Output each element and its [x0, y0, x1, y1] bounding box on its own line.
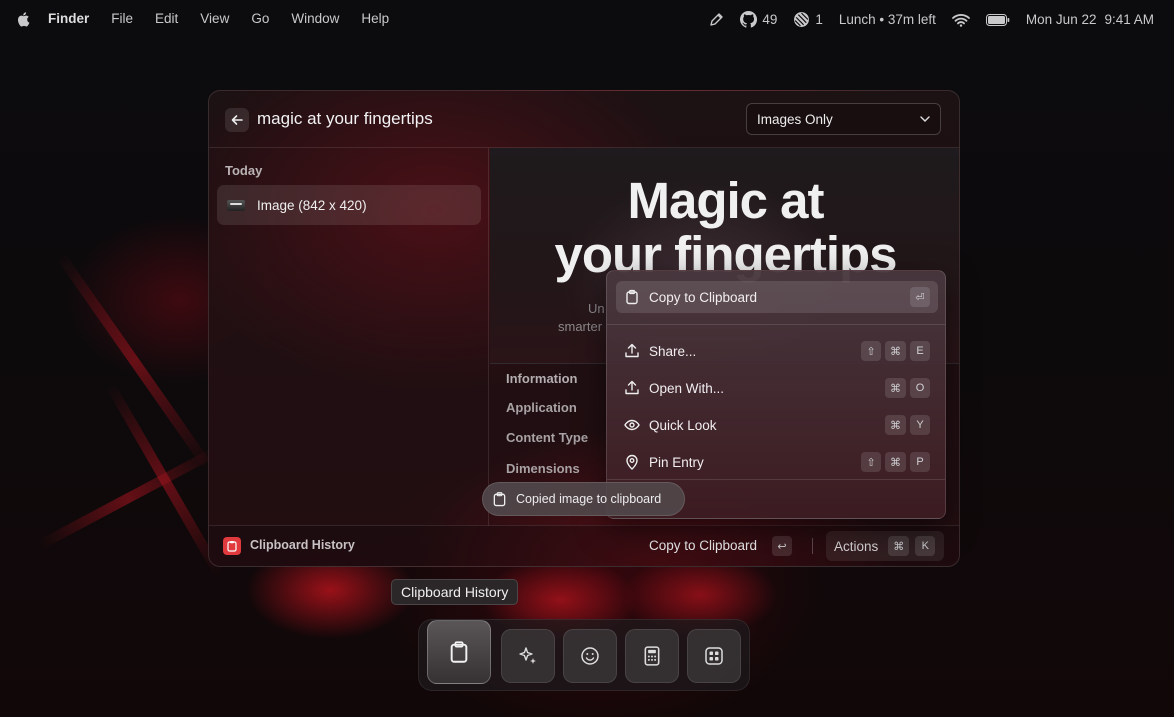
github-status[interactable]: 49	[740, 11, 777, 28]
calculator-icon	[644, 646, 660, 666]
pen-icon[interactable]	[708, 12, 724, 28]
dock-emoji-button[interactable]	[563, 629, 617, 683]
dock	[418, 619, 750, 691]
menu-go[interactable]: Go	[251, 11, 269, 26]
dock-clipboard-button[interactable]	[427, 620, 491, 684]
history-list: Today Image (842 x 420)	[209, 148, 489, 526]
dock-extensions-button[interactable]	[687, 629, 741, 683]
sparkles-icon	[519, 647, 536, 664]
shortcut-key: ⌘	[888, 536, 910, 556]
menu-file[interactable]: File	[111, 11, 133, 26]
shortcut-key: ⇧	[861, 452, 881, 472]
window-footer: Clipboard History Copy to Clipboard ↩ Ac…	[209, 525, 959, 566]
share-icon	[624, 343, 640, 359]
shortcut-key: ⏎	[910, 287, 930, 307]
filter-value: Images Only	[757, 111, 833, 127]
action-pin-entry[interactable]: Pin Entry ⇧ ⌘ P	[616, 446, 938, 478]
linear-icon	[794, 12, 810, 27]
footer-title: Clipboard History	[250, 538, 355, 552]
shortcut-key: ⌘	[885, 378, 906, 398]
preview-heading-line1: Magic at	[627, 172, 824, 229]
clipboard-icon	[450, 641, 468, 663]
clipboard-icon	[493, 492, 506, 507]
actions-label: Actions	[834, 538, 879, 554]
action-copy-to-clipboard[interactable]: Copy to Clipboard ⏎	[616, 281, 938, 313]
action-separator	[607, 324, 945, 325]
arrow-left-icon	[231, 115, 243, 125]
github-count: 49	[762, 12, 778, 27]
menu-window[interactable]: Window	[291, 11, 339, 26]
action-label: Open With...	[649, 380, 725, 396]
preview-heading: Magic at your fingertips	[490, 172, 959, 282]
menu-edit[interactable]: Edit	[155, 11, 178, 26]
window-header: magic at your fingertips Images Only	[209, 91, 959, 148]
calendar-status[interactable]: Lunch • 37m left	[839, 12, 936, 27]
dock-calculator-button[interactable]	[625, 629, 679, 683]
info-label-application: Application	[506, 400, 577, 415]
dock-ai-button[interactable]	[501, 629, 555, 683]
footer-divider	[812, 538, 813, 554]
toast-text: Copied image to clipboard	[516, 492, 662, 506]
information-title: Information	[506, 371, 578, 386]
action-label: Share...	[649, 343, 697, 359]
filter-dropdown[interactable]: Images Only	[746, 103, 941, 135]
action-open-with[interactable]: Open With... ⌘ O	[616, 372, 938, 404]
back-button[interactable]	[225, 108, 249, 132]
shortcut-key: ⇧	[861, 341, 881, 361]
copy-to-clipboard-button[interactable]: Copy to Clipboard	[649, 538, 757, 553]
action-separator	[607, 479, 945, 480]
shortcut-key: ⌘	[885, 341, 906, 361]
clipboard-app-icon	[223, 537, 241, 555]
shortcut-key: P	[910, 452, 930, 472]
menu-finder[interactable]: Finder	[48, 11, 89, 26]
preview-sub-line1: Un	[588, 301, 605, 316]
eye-icon	[624, 417, 640, 433]
shortcut-key: E	[910, 341, 930, 361]
dock-tooltip: Clipboard History	[391, 579, 519, 605]
shortcut-key: ⌘	[885, 415, 906, 435]
extensions-icon	[705, 647, 723, 665]
action-label: Quick Look	[649, 417, 717, 433]
linear-status[interactable]: 1	[793, 11, 823, 28]
action-share[interactable]: Share... ⇧ ⌘ E	[616, 335, 938, 367]
menu-view[interactable]: View	[200, 11, 229, 26]
preview-sub-line2: smarter	[558, 319, 603, 334]
menu-bar: Finder File Edit View Go Window Help 49 …	[0, 0, 1174, 38]
open-with-icon	[624, 380, 640, 396]
linear-count: 1	[815, 12, 823, 27]
actions-button[interactable]: Actions ⌘ K	[826, 531, 944, 561]
action-label: Pin Entry	[649, 454, 704, 470]
enter-key-hint: ↩	[772, 536, 792, 556]
shortcut-key: Y	[910, 415, 930, 435]
shortcut-key: K	[915, 536, 936, 556]
wifi-icon[interactable]	[952, 13, 970, 27]
pin-icon	[624, 454, 640, 470]
chevron-down-icon	[920, 116, 930, 122]
apple-logo-icon[interactable]	[16, 11, 30, 27]
menu-help[interactable]: Help	[361, 11, 389, 26]
action-quick-look[interactable]: Quick Look ⌘ Y	[616, 409, 938, 441]
action-label: Copy to Clipboard	[649, 289, 758, 305]
search-input[interactable]: magic at your fingertips	[257, 109, 433, 129]
menubar-time[interactable]: 9:41 AM	[1104, 12, 1154, 27]
image-thumbnail	[227, 199, 245, 211]
menubar-date[interactable]: Mon Jun 22	[1026, 12, 1097, 27]
shortcut-key: O	[910, 378, 930, 398]
info-label-content-type: Content Type	[506, 430, 589, 445]
emoji-icon	[581, 647, 599, 665]
github-icon	[740, 11, 758, 28]
shortcut-key: ⌘	[885, 452, 906, 472]
copied-toast: Copied image to clipboard	[482, 482, 685, 516]
section-title-today: Today	[225, 163, 263, 178]
battery-icon[interactable]	[985, 13, 1010, 26]
preview-subtext: Un smarter	[558, 300, 605, 336]
info-label-dimensions: Dimensions	[506, 461, 580, 476]
clipboard-icon	[624, 289, 640, 305]
list-item-label: Image (842 x 420)	[257, 197, 367, 213]
list-item[interactable]: Image (842 x 420)	[217, 185, 481, 225]
